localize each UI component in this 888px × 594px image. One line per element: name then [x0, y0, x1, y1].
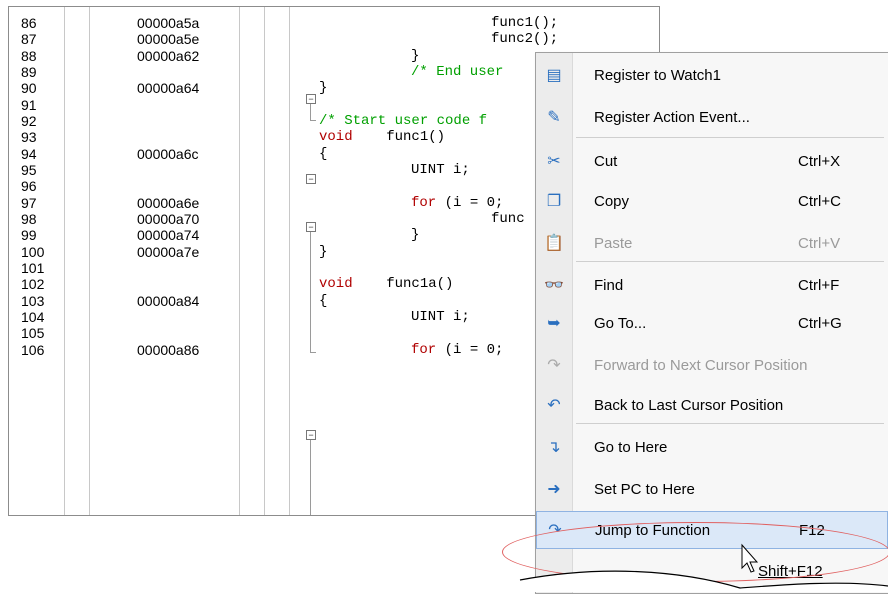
mouse-pointer-icon: [741, 543, 759, 573]
tear-edge: [519, 543, 888, 592]
